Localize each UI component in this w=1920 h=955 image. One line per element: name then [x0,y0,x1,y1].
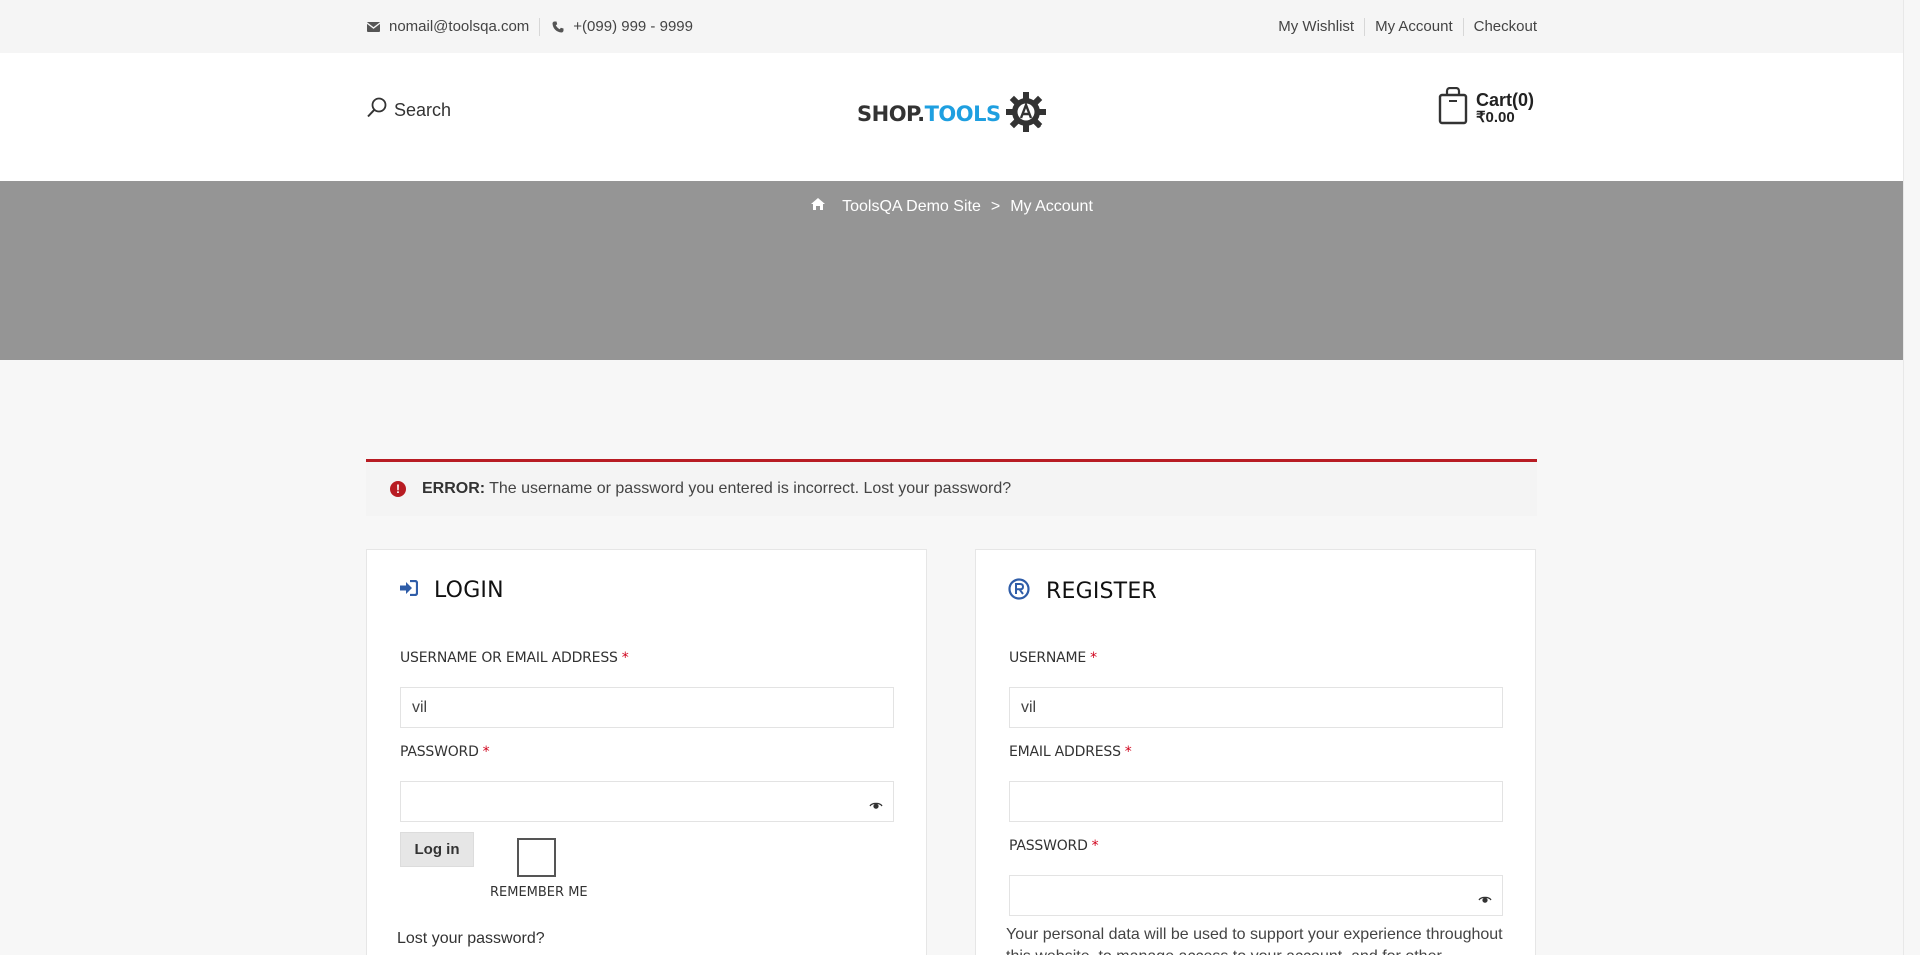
envelope-icon [366,19,381,34]
login-panel: LOGIN USERNAME OR EMAIL ADDRESS * vil PAS… [366,549,927,955]
register-title: REGISTER [1046,579,1157,604]
login-title: LOGIN [434,578,504,603]
exclamation-icon: ! [390,481,406,497]
my-account-link[interactable]: My Account [1365,18,1463,35]
error-prefix: ERROR: [422,480,486,497]
cart-total: ₹0.00 [1476,109,1515,127]
remember-me-checkbox[interactable] [517,838,556,877]
sign-in-icon [399,579,419,601]
remember-me-label: REMEMBER ME [490,885,588,900]
breadcrumb: ToolsQA Demo Site > My Account [0,197,1903,216]
show-password-eye-icon[interactable] [1478,891,1492,903]
shopping-bag-icon [1438,86,1468,130]
contact-phone[interactable]: +(099) 999 - 9999 [540,18,703,35]
email-text: nomail@toolsqa.com [389,18,530,35]
logo-tools-text: TOOLS [924,102,1002,126]
gear-logo-icon [1004,90,1048,139]
breadcrumb-current: My Account [1010,197,1093,215]
my-wishlist-link[interactable]: My Wishlist [1268,18,1364,35]
required-mark: * [1090,650,1097,666]
phone-text: +(099) 999 - 9999 [573,18,693,35]
error-message: The username or password you entered is … [489,480,1012,497]
register-password-label: PASSWORD * [1009,838,1099,854]
login-username-value: vil [412,698,428,716]
login-username-input[interactable]: vil [400,687,894,728]
register-password-input[interactable] [1009,875,1503,916]
login-password-label: PASSWORD * [400,744,490,760]
checkout-link[interactable]: Checkout [1464,18,1537,35]
required-mark: * [1124,744,1132,760]
register-email-input[interactable] [1009,781,1503,822]
slider-dots [930,175,989,180]
contact-email[interactable]: nomail@toolsqa.com [366,18,539,35]
privacy-policy-text: Your personal data will be used to suppo… [1006,926,1503,955]
register-email-label: EMAIL ADDRESS * [1009,744,1132,760]
register-username-input[interactable]: vil [1009,687,1503,728]
search-toggle[interactable]: Search [366,97,451,124]
site-header: Search SHOP.TOOLS Cart(0) ₹0.00 [0,53,1920,181]
register-username-value: vil [1021,698,1037,716]
required-mark: * [1091,838,1099,854]
page-scrollbar-track[interactable] [1903,0,1920,955]
required-mark: * [621,650,629,666]
login-button[interactable]: Log in [400,832,474,867]
search-icon [366,97,388,124]
site-logo[interactable]: SHOP.TOOLS [857,91,1049,137]
phone-icon [550,19,565,34]
registered-icon [1008,578,1030,605]
required-mark: * [482,744,490,760]
page-banner: ToolsQA Demo Site > My Account [0,175,1903,360]
login-username-label: USERNAME OR EMAIL ADDRESS * [400,650,629,666]
top-bar: nomail@toolsqa.com +(099) 999 - 9999 My … [0,0,1920,53]
show-password-eye-icon[interactable] [869,797,883,809]
register-panel: REGISTER USERNAME * vil EMAIL ADDRESS * PA… [975,549,1536,955]
logo-shop-text: SHOP. [857,102,925,126]
home-icon [810,197,826,216]
mini-cart[interactable]: Cart(0) ₹0.00 [1438,86,1535,130]
login-password-input[interactable] [400,781,894,822]
lost-password-link[interactable]: Lost your password? [397,930,545,948]
register-username-label: USERNAME * [1009,650,1097,666]
breadcrumb-separator: > [990,197,1001,215]
cart-count: Cart(0) [1476,90,1535,111]
breadcrumb-home-link[interactable]: ToolsQA Demo Site [842,198,981,216]
search-label: Search [394,100,452,120]
error-notice: ! ERROR: The username or password you en… [366,459,1537,516]
